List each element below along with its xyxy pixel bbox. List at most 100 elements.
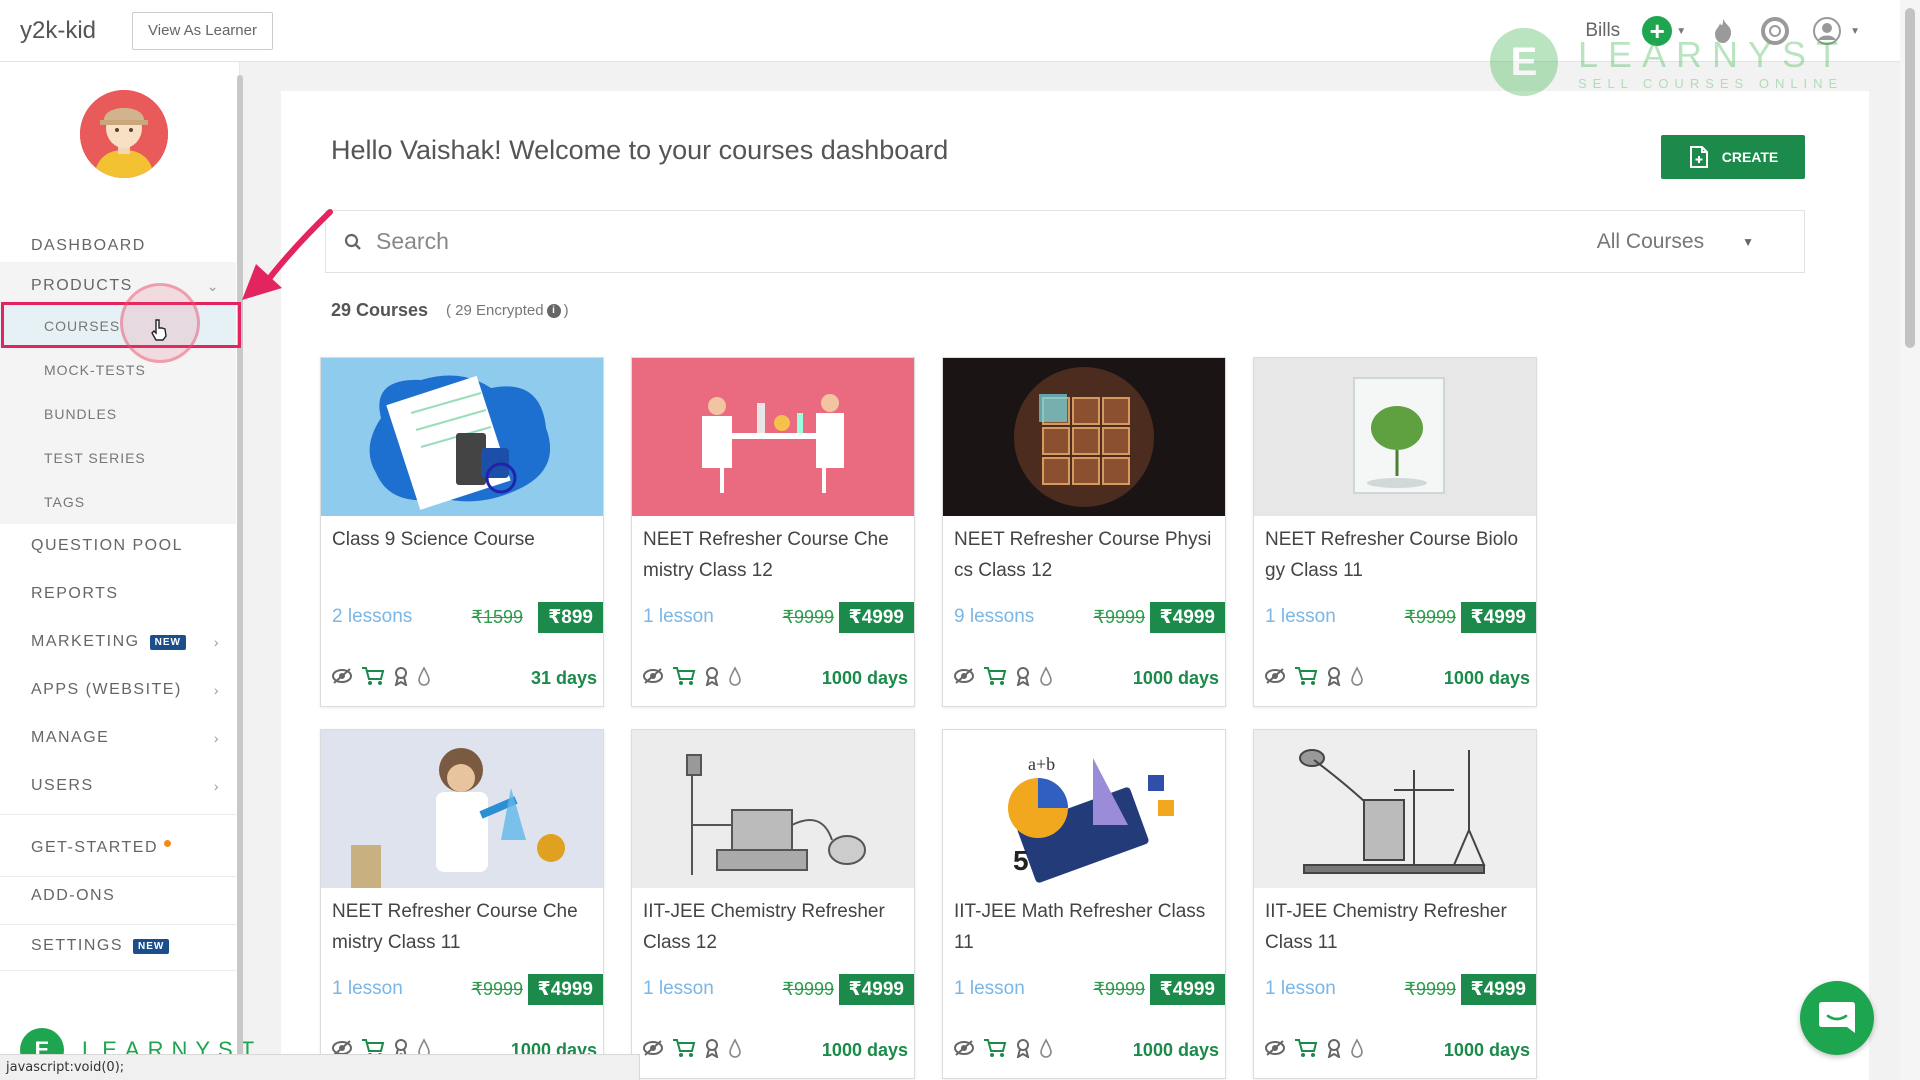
search-input[interactable]	[376, 228, 1576, 255]
course-card[interactable]: NEET Refresher Course Che mistry Class 1…	[631, 357, 915, 707]
account-caret-icon[interactable]: ▼	[1850, 26, 1860, 37]
course-card[interactable]: Class 9 Science Course 2 lessons ₹1599 ₹…	[320, 357, 604, 707]
drop-icon[interactable]	[417, 666, 431, 686]
hidden-eye-icon[interactable]	[642, 1040, 664, 1056]
course-title[interactable]: NEET Refresher Course Che mistry Class 1…	[643, 524, 909, 586]
sidebar-item-question-pool[interactable]: QUESTION POOL	[0, 522, 236, 570]
view-as-learner-button[interactable]: View As Learner	[132, 11, 273, 50]
certificate-ribbon-icon[interactable]	[704, 1038, 720, 1058]
cart-icon[interactable]	[361, 666, 385, 686]
drop-icon[interactable]	[1350, 666, 1364, 686]
course-title[interactable]: IIT-JEE Math Refresher Class 11	[954, 896, 1220, 958]
cart-icon[interactable]	[1294, 1038, 1318, 1058]
hidden-eye-icon[interactable]	[953, 1040, 975, 1056]
drop-icon[interactable]	[1039, 1038, 1053, 1058]
certificate-ribbon-icon[interactable]	[393, 666, 409, 686]
course-thumbnail[interactable]	[321, 358, 603, 516]
browser-status-bar: javascript:void(0);	[0, 1054, 640, 1080]
notification-dot	[164, 839, 172, 847]
page-title: Hello Vaishak! Welcome to your courses d…	[331, 135, 949, 165]
course-title[interactable]: Class 9 Science Course	[332, 524, 598, 555]
avatar[interactable]	[80, 90, 168, 178]
course-card[interactable]: NEET Refresher Course Biolo gy Class 11 …	[1253, 357, 1537, 707]
chat-support-button[interactable]	[1800, 981, 1874, 1055]
course-lessons[interactable]: 1 lesson	[643, 606, 714, 628]
hidden-eye-icon[interactable]	[331, 668, 353, 684]
brand-name[interactable]: y2k-kid	[20, 17, 96, 45]
course-title[interactable]: IIT-JEE Chemistry Refresher Class 12	[643, 896, 909, 958]
sidebar-item-reports[interactable]: REPORTS	[0, 570, 236, 618]
course-price-badge: ₹899	[538, 602, 603, 633]
course-thumbnail[interactable]	[1254, 358, 1536, 516]
course-price-badge: ₹4999	[1149, 974, 1225, 1005]
course-lessons[interactable]: 9 lessons	[954, 606, 1034, 628]
course-card[interactable]: IIT-JEE Chemistry Refresher Class 11 1 l…	[1253, 729, 1537, 1079]
course-status-icons	[642, 666, 742, 686]
course-card[interactable]: NEET Refresher Course Physi cs Class 12 …	[942, 357, 1226, 707]
course-card[interactable]: NEET Refresher Course Che mistry Class 1…	[320, 729, 604, 1079]
course-card[interactable]: a+b 5 IIT-JEE Math Refresher Class 11 1 l…	[942, 729, 1226, 1079]
certificate-ribbon-icon[interactable]	[1326, 666, 1342, 686]
drop-icon[interactable]	[1039, 666, 1053, 686]
sidebar-item-apps-website[interactable]: APPS (WEBSITE) ›	[0, 666, 236, 714]
drop-icon[interactable]	[728, 1038, 742, 1058]
course-validity: 1000 days	[1132, 1040, 1219, 1060]
chevron-right-icon: ›	[213, 682, 220, 698]
sidebar-item-get-started[interactable]: GET-STARTED	[0, 824, 236, 872]
hand-cursor-icon	[151, 319, 167, 341]
course-card[interactable]: IIT-JEE Chemistry Refresher Class 12 1 l…	[631, 729, 915, 1079]
hidden-eye-icon[interactable]	[642, 668, 664, 684]
certificate-ribbon-icon[interactable]	[704, 666, 720, 686]
course-thumbnail[interactable]	[632, 730, 914, 888]
info-icon[interactable]: i	[546, 303, 561, 318]
hidden-eye-icon[interactable]	[1264, 668, 1286, 684]
course-title[interactable]: IIT-JEE Chemistry Refresher Class 11	[1265, 896, 1531, 958]
course-lessons[interactable]: 1 lesson	[1265, 606, 1336, 628]
certificate-ribbon-icon[interactable]	[1015, 1038, 1031, 1058]
course-title[interactable]: NEET Refresher Course Biolo gy Class 11	[1265, 524, 1531, 586]
cart-icon[interactable]	[672, 1038, 696, 1058]
course-original-price: ₹9999	[1093, 979, 1146, 999]
course-thumbnail[interactable]	[943, 358, 1225, 516]
course-lessons[interactable]: 1 lesson	[954, 978, 1025, 1000]
cart-icon[interactable]	[1294, 666, 1318, 686]
cart-icon[interactable]	[983, 666, 1007, 686]
sidebar-divider	[0, 814, 236, 815]
sidebar-item-marketing[interactable]: MARKETING NEW ›	[0, 618, 236, 666]
sidebar-item-label: MANAGE	[31, 729, 110, 746]
sidebar-item-settings[interactable]: SETTINGS NEW	[0, 922, 236, 970]
drop-icon[interactable]	[1350, 1038, 1364, 1058]
sidebar-item-add-ons[interactable]: ADD-ONS	[0, 872, 236, 920]
course-lessons[interactable]: 2 lessons	[332, 606, 412, 628]
sidebar: DASHBOARD PRODUCTS ⌄ COURSES MOCK-TESTS …	[0, 62, 254, 1080]
course-title[interactable]: NEET Refresher Course Physi cs Class 12	[954, 524, 1220, 586]
course-title[interactable]: NEET Refresher Course Che mistry Class 1…	[332, 896, 598, 958]
sidebar-subitem-test-series[interactable]: TEST SERIES	[0, 436, 236, 480]
sidebar-item-users[interactable]: USERS ›	[0, 762, 236, 810]
cart-icon[interactable]	[672, 666, 696, 686]
create-button[interactable]: CREATE	[1661, 135, 1805, 179]
course-original-price: ₹9999	[782, 607, 835, 627]
page-scrollbar[interactable]	[1900, 0, 1920, 1080]
sidebar-subitem-tags[interactable]: TAGS	[0, 480, 236, 524]
hidden-eye-icon[interactable]	[953, 668, 975, 684]
course-lessons[interactable]: 1 lesson	[643, 978, 714, 1000]
cart-icon[interactable]	[983, 1038, 1007, 1058]
sidebar-subitem-bundles[interactable]: BUNDLES	[0, 392, 236, 436]
encrypted-count: ( 29 Encrypted i )	[446, 302, 569, 319]
sidebar-item-manage[interactable]: MANAGE ›	[0, 714, 236, 762]
course-thumbnail[interactable]	[321, 730, 603, 888]
hidden-eye-icon[interactable]	[1264, 1040, 1286, 1056]
course-filter-dropdown[interactable]: All Courses ▼	[1597, 230, 1754, 254]
certificate-ribbon-icon[interactable]	[1015, 666, 1031, 686]
sidebar-subitem-mock-tests[interactable]: MOCK-TESTS	[0, 348, 236, 392]
certificate-ribbon-icon[interactable]	[1326, 1038, 1342, 1058]
course-thumbnail[interactable]	[1254, 730, 1536, 888]
course-lessons[interactable]: 1 lesson	[332, 978, 403, 1000]
course-lessons[interactable]: 1 lesson	[1265, 978, 1336, 1000]
page-scrollbar-thumb[interactable]	[1905, 8, 1915, 348]
course-thumbnail[interactable]: a+b 5	[943, 730, 1225, 888]
drop-icon[interactable]	[728, 666, 742, 686]
course-thumbnail[interactable]	[632, 358, 914, 516]
search-bar: All Courses ▼	[325, 210, 1805, 273]
